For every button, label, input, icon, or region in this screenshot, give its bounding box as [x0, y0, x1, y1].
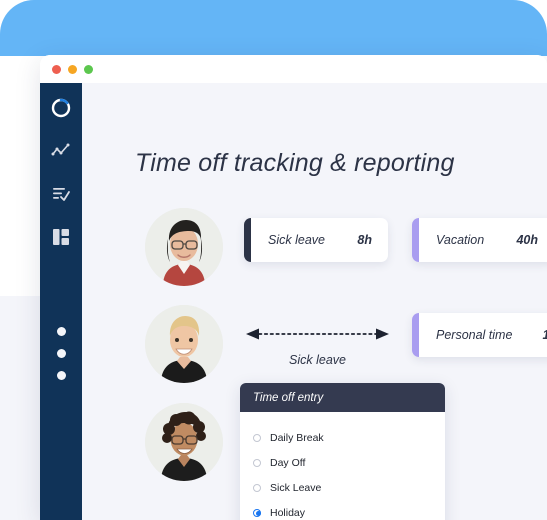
dotted-double-arrow-icon	[246, 328, 389, 340]
radio-label: Day Off	[270, 456, 306, 469]
sidebar-dots-group	[56, 327, 66, 380]
card-accent-bar	[412, 218, 419, 262]
radio-option-daily-break[interactable]: Daily Break	[240, 425, 445, 450]
dialog-title: Time off entry	[253, 391, 324, 404]
avatar-person-curly-hair-glasses	[145, 403, 223, 481]
sidebar-item-logo[interactable]	[48, 97, 74, 123]
card-label: Personal time	[436, 328, 513, 342]
card-value: 8h	[357, 233, 372, 247]
radio-icon-selected[interactable]	[253, 508, 261, 517]
avatar[interactable]	[145, 403, 223, 481]
sidebar-item-tasks[interactable]	[48, 183, 74, 209]
radio-icon[interactable]	[253, 483, 261, 492]
sidebar-item-dashboard[interactable]	[48, 226, 74, 252]
browser-window: Time off tracking & reporting Sick leave…	[40, 55, 547, 520]
dialog-header: Time off entry	[240, 383, 445, 412]
vacation-card[interactable]: Vacation 40h	[412, 218, 547, 262]
sick-leave-range-arrow: Sick leave	[245, 327, 390, 367]
decorative-blue-backdrop	[0, 0, 547, 56]
time-off-entry-dialog: Time off entry Daily Break Day Off Sick …	[240, 383, 445, 520]
logo-ring-icon	[50, 97, 72, 124]
maximize-green-icon[interactable]	[84, 64, 93, 74]
radio-icon[interactable]	[253, 433, 261, 442]
avatar-person-glasses-red-jacket	[145, 208, 223, 286]
sidebar-dot-1[interactable]	[56, 327, 66, 336]
avatar-person-blonde-black-shirt	[145, 305, 223, 383]
arrow-label: Sick leave	[289, 353, 346, 367]
radio-label: Sick Leave	[270, 481, 322, 494]
radio-label: Holiday	[270, 506, 306, 519]
analytics-chart-icon	[51, 142, 71, 165]
radio-option-holiday[interactable]: Holiday	[240, 500, 445, 520]
radio-option-sick-leave[interactable]: Sick Leave	[240, 475, 445, 500]
card-value: 16h	[520, 328, 547, 342]
app-sidebar	[40, 83, 82, 520]
screenshot-stage: Time off tracking & reporting Sick leave…	[0, 0, 547, 520]
task-list-check-icon	[51, 185, 71, 208]
sidebar-item-analytics[interactable]	[48, 140, 74, 166]
main-content: Time off tracking & reporting Sick leave…	[82, 83, 547, 520]
radio-icon[interactable]	[253, 458, 261, 467]
radio-option-day-off[interactable]: Day Off	[240, 450, 445, 475]
avatar[interactable]	[145, 208, 223, 286]
sick-leave-card[interactable]: Sick leave 8h	[244, 218, 388, 262]
card-label: Vacation	[436, 233, 485, 247]
sidebar-dot-2[interactable]	[56, 349, 66, 358]
avatar[interactable]	[145, 305, 223, 383]
page-title: Time off tracking & reporting	[135, 149, 455, 177]
personal-time-card[interactable]: Personal time 16h	[412, 313, 547, 357]
window-titlebar	[40, 55, 547, 83]
close-red-icon[interactable]	[52, 64, 61, 74]
minimize-amber-icon[interactable]	[68, 64, 77, 74]
sidebar-dot-3[interactable]	[56, 371, 66, 380]
card-accent-bar	[244, 218, 251, 262]
card-label: Sick leave	[268, 233, 325, 247]
card-value: 40h	[516, 233, 538, 247]
card-accent-bar	[412, 313, 419, 357]
radio-label: Daily Break	[270, 431, 324, 444]
dashboard-grid-icon	[51, 227, 71, 252]
dialog-body: Daily Break Day Off Sick Leave Holiday	[240, 412, 445, 520]
